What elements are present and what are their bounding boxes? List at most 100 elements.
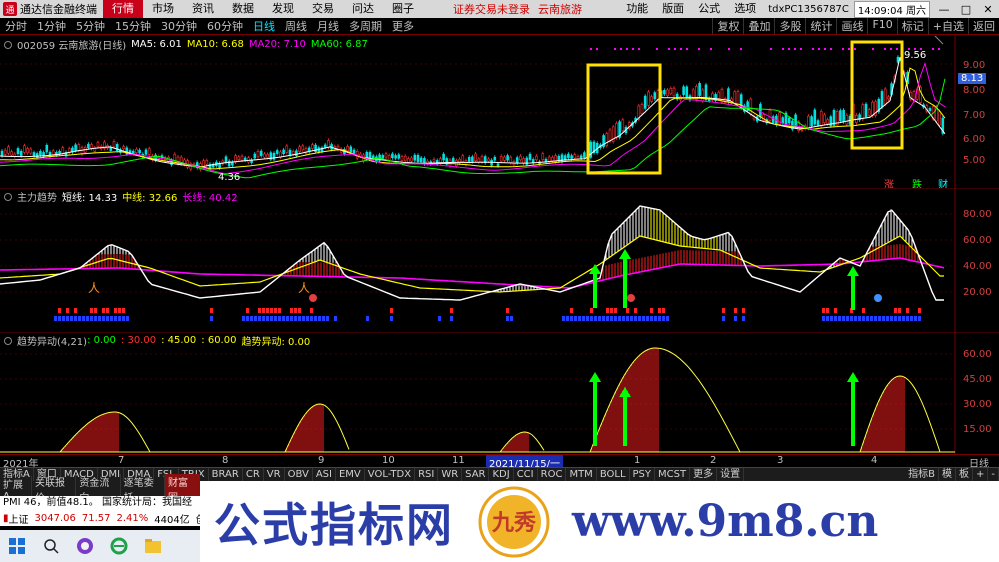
high-price-label: 9.56 — [904, 50, 927, 61]
menu-trade[interactable]: 交易 — [303, 0, 343, 18]
period-1min[interactable]: 1分钟 — [32, 18, 71, 34]
period-weekly[interactable]: 周线 — [280, 18, 312, 34]
indicator-tab[interactable]: EMV — [336, 467, 365, 482]
period-multi[interactable]: 多周期 — [344, 18, 387, 34]
index-quote[interactable]: ▮ 上证 3047.06 71.57 2.41% 4404亿 创业 — [0, 510, 200, 526]
ie-browser-icon[interactable] — [108, 535, 130, 557]
indicator-tab[interactable]: PSY — [630, 467, 656, 482]
indicator-tab[interactable]: BRAR — [209, 467, 243, 482]
f10-button[interactable]: F10 — [867, 18, 896, 34]
board-tab[interactable]: 板 — [956, 467, 973, 482]
multi-stock-button[interactable]: 多股 — [774, 18, 805, 34]
candle-body — [323, 144, 327, 148]
signal-block — [278, 308, 281, 313]
period-60min[interactable]: 60分钟 — [202, 18, 248, 34]
pane-settings-icon[interactable] — [4, 192, 12, 201]
signal-dot — [800, 48, 802, 50]
pane-settings-icon[interactable] — [4, 40, 12, 49]
candle-body — [608, 129, 612, 142]
signal-block — [390, 316, 393, 321]
period-daily[interactable]: 日线 — [248, 18, 280, 34]
signal-block — [834, 316, 837, 321]
indicator-tab[interactable]: BOLL — [597, 467, 630, 482]
signal-dot — [872, 48, 874, 50]
period-more[interactable]: 更多 — [387, 18, 419, 34]
menu-circle[interactable]: 圈子 — [383, 0, 423, 18]
period-30min[interactable]: 30分钟 — [156, 18, 202, 34]
period-tick[interactable]: 分时 — [0, 18, 32, 34]
signal-dot — [842, 48, 844, 50]
indicator-tab[interactable]: WR — [438, 467, 463, 482]
windows-start-icon[interactable] — [6, 535, 28, 557]
indicator-tab[interactable]: CR — [243, 467, 264, 482]
stats-button[interactable]: 统计 — [805, 18, 836, 34]
maximize-button[interactable]: □ — [955, 3, 977, 16]
indicator-tab[interactable]: RSI — [415, 467, 439, 482]
signal-dot — [812, 48, 814, 50]
menu-news[interactable]: 资讯 — [183, 0, 223, 18]
indicator-tab[interactable]: CCI — [514, 467, 538, 482]
folder-icon[interactable] — [142, 535, 164, 557]
remove-pane-button[interactable]: - — [988, 467, 999, 482]
period-5min[interactable]: 5分钟 — [71, 18, 110, 34]
menu-function[interactable]: 功能 — [619, 0, 655, 18]
indicator-tab[interactable]: MTM — [566, 467, 597, 482]
add-watchlist-button[interactable]: +自选 — [927, 18, 968, 34]
indicator-tab-settings[interactable]: 设置 — [717, 467, 745, 482]
candle-body — [147, 148, 151, 155]
menu-formula[interactable]: 公式 — [691, 0, 727, 18]
trend-move-chart[interactable] — [0, 332, 999, 454]
candle-body — [759, 103, 762, 118]
pane-settings-icon[interactable] — [4, 336, 12, 345]
current-price-tag: 8.13 — [958, 73, 987, 84]
back-button[interactable]: 返回 — [968, 18, 999, 34]
candle-body — [368, 152, 372, 158]
signal-block — [266, 316, 269, 321]
indicator-tab[interactable]: OBV — [285, 467, 313, 482]
signal-block — [618, 316, 621, 321]
indicator-tab[interactable]: ROC — [538, 467, 567, 482]
kline-chart[interactable] — [0, 36, 999, 190]
minimize-button[interactable]: — — [933, 3, 955, 16]
adjust-button[interactable]: 复权 — [712, 18, 743, 34]
indicator-tab[interactable]: VR — [264, 467, 285, 482]
overlay-button[interactable]: 叠加 — [743, 18, 774, 34]
menu-quotes[interactable]: 行情 — [103, 0, 143, 18]
signal-block — [894, 316, 897, 321]
menu-options[interactable]: 选项 — [727, 0, 763, 18]
period-15min[interactable]: 15分钟 — [110, 18, 156, 34]
news-ticker[interactable]: PMI 46，前值48.1。 国家统计局：我国经 — [0, 496, 200, 510]
trade-login-notice[interactable]: 证券交易未登录 — [453, 1, 530, 17]
candle-body — [615, 122, 618, 138]
menu-layout[interactable]: 版面 — [655, 0, 691, 18]
menu-ask[interactable]: 问达 — [343, 0, 383, 18]
close-button[interactable]: ✕ — [977, 3, 999, 16]
menu-data[interactable]: 数据 — [223, 0, 263, 18]
mid-line-value: 中线: 32.66 — [122, 193, 178, 204]
candle-body — [813, 109, 817, 125]
indicator-b-tab[interactable]: 指标B — [905, 467, 939, 482]
signal-block — [874, 316, 877, 321]
menu-market[interactable]: 市场 — [143, 0, 183, 18]
indicator-tab[interactable]: SAR — [462, 467, 490, 482]
browser-icon[interactable] — [74, 535, 96, 557]
indicator-tab[interactable]: MCST — [655, 467, 691, 482]
mark-button[interactable]: 标记 — [896, 18, 928, 34]
search-icon[interactable] — [40, 535, 62, 557]
add-pane-button[interactable]: + — [973, 467, 989, 482]
indicator-tab[interactable]: VOL-TDX — [365, 467, 416, 482]
signal-block — [866, 316, 869, 321]
menu-discover[interactable]: 发现 — [263, 0, 303, 18]
signal-block — [266, 308, 269, 313]
template-tab[interactable]: 模 — [939, 467, 956, 482]
indicator-tab-more[interactable]: 更多 — [690, 467, 718, 482]
watermark-title: 公式指标网 — [214, 497, 454, 552]
current-stock-name: 云南旅游 — [538, 3, 582, 16]
indicator-tab[interactable]: KDJ — [489, 467, 514, 482]
draw-line-button[interactable]: 画线 — [836, 18, 867, 34]
signal-block — [90, 308, 93, 313]
indicator-tab[interactable]: ASI — [313, 467, 336, 482]
period-monthly[interactable]: 月线 — [312, 18, 344, 34]
signal-block — [834, 308, 837, 313]
main-trend-chart[interactable]: 人人 — [0, 188, 999, 332]
